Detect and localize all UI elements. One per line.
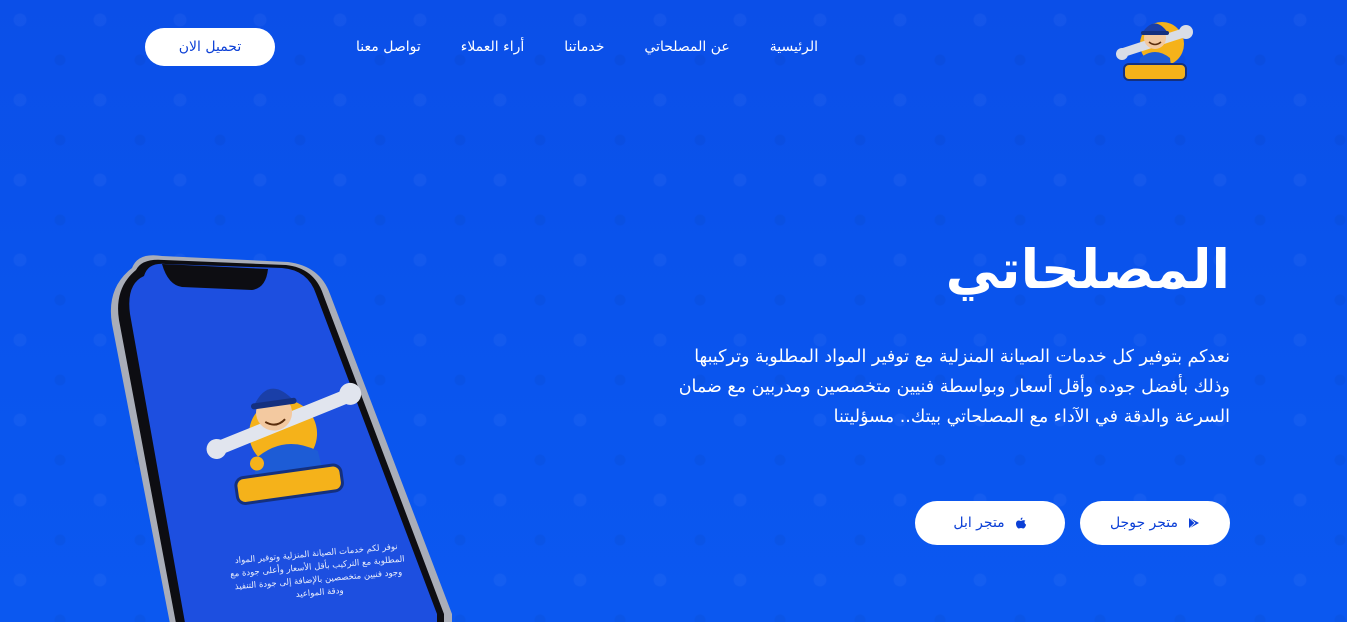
nav-link-home[interactable]: الرئيسية — [770, 39, 818, 55]
hero-description: نعدكم بتوفير كل خدمات الصيانة المنزلية م… — [678, 347, 1230, 427]
download-now-button[interactable]: تحميل الان — [145, 28, 275, 66]
apple-store-button[interactable]: متجر ابل — [915, 501, 1065, 545]
hero-title: المصلحاتي — [945, 238, 1230, 301]
nav-item-services: خدماتنا — [564, 36, 604, 55]
apple-icon — [1015, 517, 1026, 529]
nav-item-contact: تواصل معنا — [356, 36, 421, 55]
nav-item-reviews: أراء العملاء — [461, 36, 525, 55]
apple-store-label: متجر ابل — [953, 515, 1005, 531]
nav-link-reviews[interactable]: أراء العملاء — [461, 39, 525, 55]
nav-item-home: الرئيسية — [770, 36, 818, 55]
google-play-button[interactable]: متجر جوجل — [1080, 501, 1230, 545]
mascot-logo-icon — [1116, 22, 1193, 81]
site-logo[interactable] — [1114, 8, 1196, 84]
nav-item-about: عن المصلحاتي — [644, 36, 729, 55]
nav-links: الرئيسية عن المصلحاتي خدماتنا أراء العمل… — [356, 36, 818, 55]
hero-section: المصلحاتي نعدكم بتوفير كل خدمات الصيانة … — [670, 238, 1230, 432]
google-play-icon — [1188, 517, 1200, 529]
nav-link-services[interactable]: خدماتنا — [564, 39, 604, 55]
store-buttons: متجر ابل متجر جوجل — [915, 501, 1230, 545]
navbar: تحميل الان الرئيسية عن المصلحاتي خدماتنا… — [0, 0, 1347, 92]
nav-link-contact[interactable]: تواصل معنا — [356, 39, 421, 55]
nav-link-about[interactable]: عن المصلحاتي — [644, 39, 729, 55]
google-play-label: متجر جوجل — [1109, 515, 1179, 531]
